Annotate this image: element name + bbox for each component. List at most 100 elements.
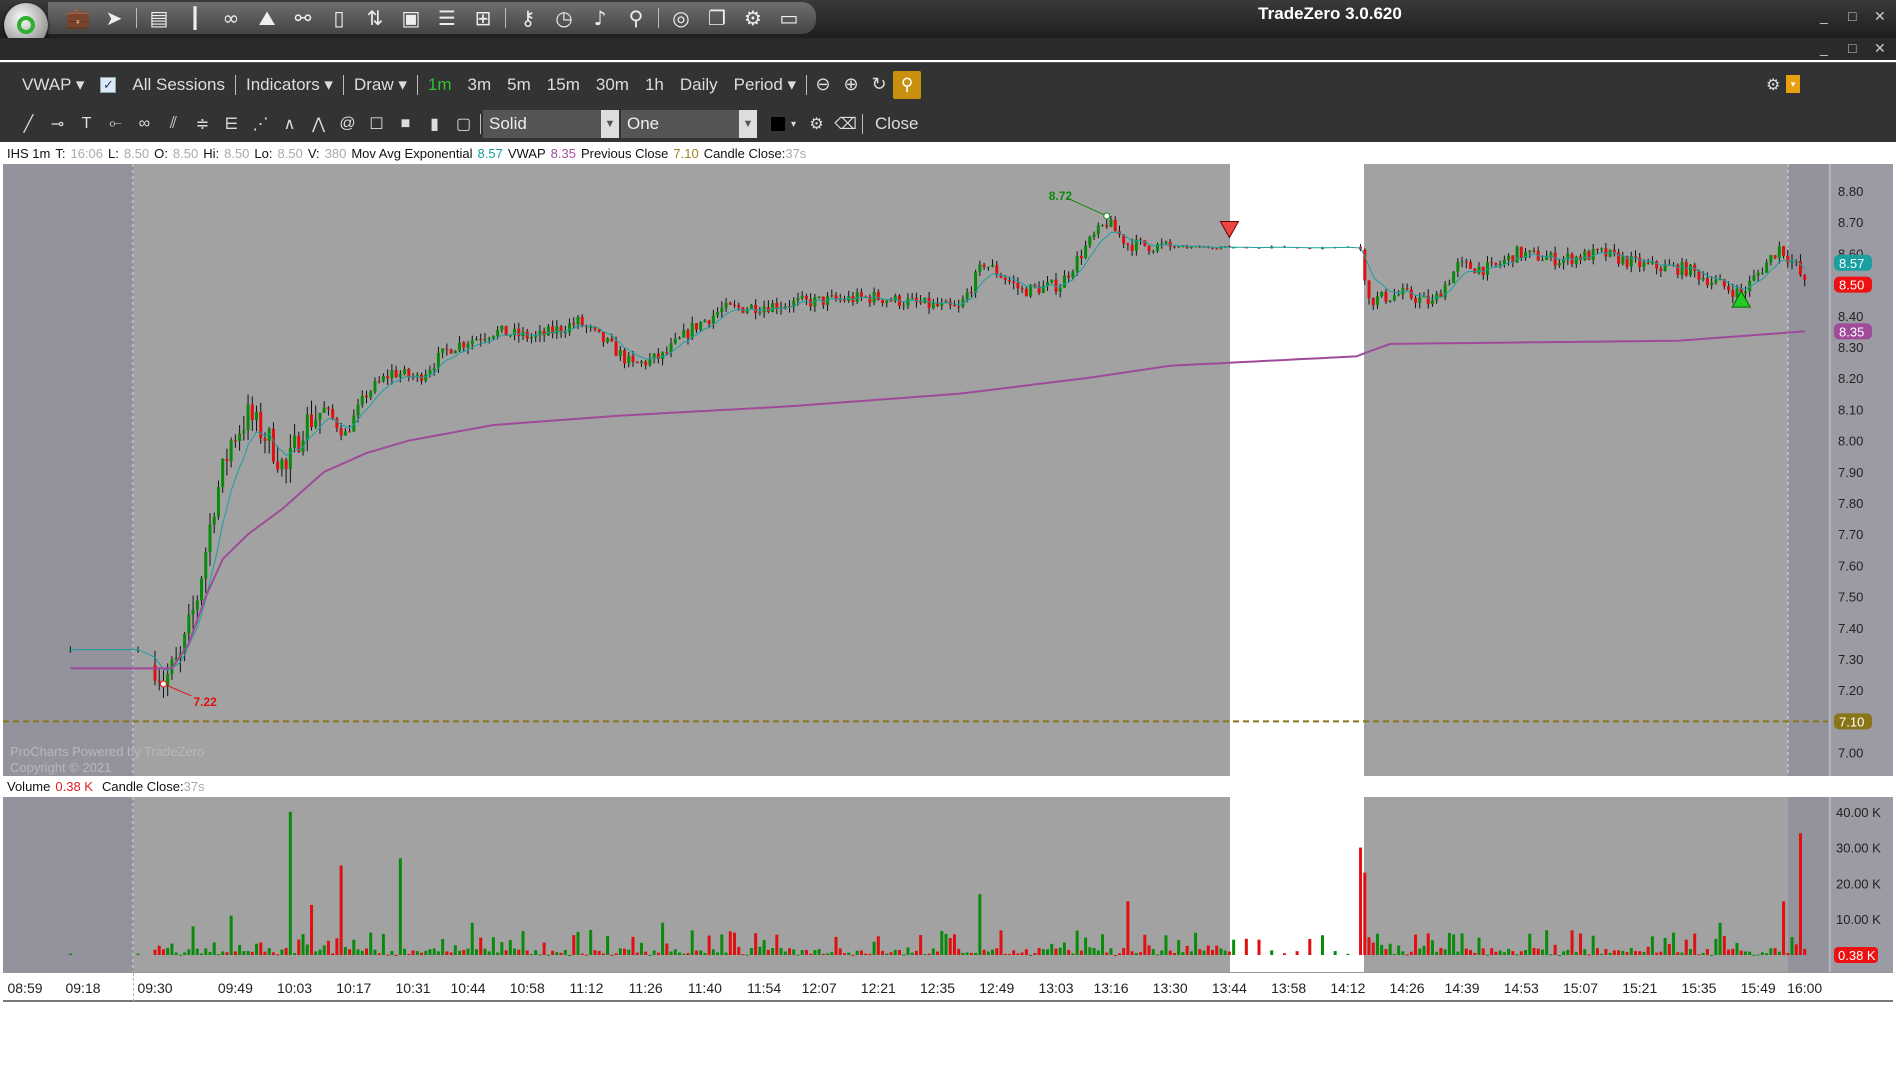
up-down-arrows-icon[interactable]: ⇅ xyxy=(361,6,389,30)
candle-body xyxy=(1642,262,1646,267)
volume-bar xyxy=(568,954,572,956)
timeframe-30m[interactable]: 30m xyxy=(588,75,637,95)
volume-bar xyxy=(1177,940,1181,955)
candle-body xyxy=(1380,291,1384,297)
timeframe-daily[interactable]: Daily xyxy=(672,75,726,95)
candle-body xyxy=(1540,260,1544,262)
horizontal-segment-icon[interactable]: ⊸ xyxy=(43,114,72,134)
all-sessions-checkbox[interactable]: ✓ xyxy=(100,76,117,93)
volume-bar xyxy=(68,953,72,955)
volume-bar xyxy=(1786,952,1790,955)
divider xyxy=(136,8,137,28)
price-chart[interactable]: 8.808.708.608.408.308.208.108.007.907.80… xyxy=(0,164,1896,776)
fib-extension-icon[interactable]: ⋰ xyxy=(246,114,275,134)
globe-icon[interactable]: ◎ xyxy=(667,6,695,30)
indicators-dropdown[interactable]: Indicators ▾ xyxy=(238,75,341,95)
eraser-icon[interactable]: ⌫ xyxy=(831,114,860,134)
candle-body xyxy=(436,352,440,369)
close-window-button[interactable]: ✕ xyxy=(1874,8,1886,25)
spiral-icon[interactable]: @ xyxy=(333,115,362,133)
timeframe-1h[interactable]: 1h xyxy=(637,75,672,95)
binoculars-icon[interactable]: ∞ xyxy=(217,6,245,30)
level2-grid-icon[interactable]: ▤ xyxy=(145,6,173,30)
color-dropdown-icon[interactable]: ▾ xyxy=(791,119,796,130)
windows-icon[interactable]: ❐ xyxy=(703,6,731,30)
zoom-out-icon[interactable]: ⊖ xyxy=(809,74,837,95)
candlestick-chart-icon[interactable]: ┃ xyxy=(181,6,209,30)
candle-body xyxy=(627,355,631,364)
alert-bell-icon[interactable]: ♪ xyxy=(586,6,614,30)
drawing-settings-gear-icon[interactable]: ⚙ xyxy=(802,114,831,134)
news-list-icon[interactable]: ☰ xyxy=(433,6,461,30)
volume-bar xyxy=(817,949,821,955)
chart-close-button[interactable]: ✕ xyxy=(1874,40,1886,57)
settings-dropdown-icon[interactable]: ▾ xyxy=(1786,75,1800,93)
settings-gear-icon[interactable]: ⚙ xyxy=(739,6,767,30)
volume-bar xyxy=(974,952,978,955)
zoom-in-icon[interactable]: ⊕ xyxy=(837,74,865,95)
color-swatch[interactable] xyxy=(771,117,785,131)
clock-icon[interactable]: ◷ xyxy=(550,6,578,30)
line-style-select[interactable]: Solid ▼ xyxy=(483,110,619,138)
document-icon[interactable]: ▯ xyxy=(325,6,353,30)
extended-line-icon[interactable]: ∞ xyxy=(130,115,159,133)
pattern-icon[interactable]: ⋀ xyxy=(304,114,333,134)
extend-select[interactable]: One ▼ xyxy=(621,110,757,138)
all-sessions-label[interactable]: All Sessions xyxy=(124,75,233,95)
volume-bar xyxy=(1388,943,1392,955)
timeframe-15m[interactable]: 15m xyxy=(539,75,588,95)
fibonacci-icon[interactable]: ≑ xyxy=(188,114,217,134)
volume-chart[interactable]: 40.00 K 30.00 K 20.00 K 10.00 K 0.38 K xyxy=(0,797,1896,972)
close-drawing-button[interactable]: Close xyxy=(865,114,928,134)
data-gap-region xyxy=(1230,797,1364,972)
time-label: 10:31 xyxy=(395,980,431,996)
briefcase-icon[interactable]: 💼 xyxy=(64,6,92,30)
volume-tick-label: 10.00 K xyxy=(1836,912,1881,927)
volume-bar xyxy=(1773,948,1777,955)
volume-bar xyxy=(1206,945,1210,955)
send-order-icon[interactable]: ➤ xyxy=(100,6,128,30)
volume-bar xyxy=(936,951,940,955)
volume-bar xyxy=(1536,948,1540,955)
timeframe-1m[interactable]: 1m xyxy=(420,75,460,95)
volume-bar xyxy=(991,949,995,955)
candle-body xyxy=(1405,288,1409,290)
minimize-button[interactable]: _ xyxy=(1820,8,1828,24)
monitor-icon[interactable]: ▭ xyxy=(775,6,803,30)
rounded-rectangle-icon[interactable]: ▮ xyxy=(420,114,449,134)
ray-icon[interactable]: ⟜ xyxy=(101,115,130,133)
volume-bar xyxy=(521,931,525,955)
parallel-channel-icon[interactable]: ⫽ xyxy=(159,115,188,133)
chart-settings-gear-icon[interactable]: ⚙ xyxy=(1766,75,1780,95)
maximize-button[interactable]: □ xyxy=(1848,8,1856,24)
timeframe-5m[interactable]: 5m xyxy=(499,75,539,95)
vwap-dropdown[interactable]: VWAP ▾ xyxy=(14,75,92,95)
line-chart-icon[interactable]: ⛰ xyxy=(253,6,281,30)
scanner-icon[interactable]: ⊞ xyxy=(469,6,497,30)
trend-line-icon[interactable]: ╱ xyxy=(14,114,43,134)
search-icon[interactable]: ⚲ xyxy=(622,6,650,30)
time-label: 15:35 xyxy=(1681,980,1717,996)
filled-rectangle-icon[interactable]: ■ xyxy=(391,115,420,133)
rectangle-icon[interactable]: ☐ xyxy=(362,114,391,134)
ellipse-icon[interactable]: ▢ xyxy=(449,114,478,134)
reset-zoom-icon[interactable]: ↻ xyxy=(865,74,893,95)
volume-bar xyxy=(1185,945,1189,955)
magnifier-active-icon[interactable]: ⚲ xyxy=(893,70,922,99)
candle-body xyxy=(360,395,364,405)
chart-minimize-button[interactable]: _ xyxy=(1820,40,1828,56)
key-icon[interactable]: ⚷ xyxy=(514,6,542,30)
period-dropdown[interactable]: Period ▾ xyxy=(726,75,804,95)
draw-dropdown[interactable]: Draw ▾ xyxy=(346,75,415,95)
fib-fan-icon[interactable]: ⋿ xyxy=(217,114,246,134)
volume-bar xyxy=(1414,934,1418,955)
link-icon[interactable]: ⚯ xyxy=(289,6,317,30)
chart-maximize-button[interactable]: □ xyxy=(1848,40,1856,56)
layout-icon[interactable]: ▣ xyxy=(397,6,425,30)
text-tool-icon[interactable]: T xyxy=(72,115,101,133)
y-tick-label: 7.90 xyxy=(1838,465,1863,480)
candle-body xyxy=(1151,251,1155,253)
wave-icon[interactable]: ∧ xyxy=(275,114,304,134)
candle-body xyxy=(1164,241,1168,244)
timeframe-3m[interactable]: 3m xyxy=(460,75,500,95)
